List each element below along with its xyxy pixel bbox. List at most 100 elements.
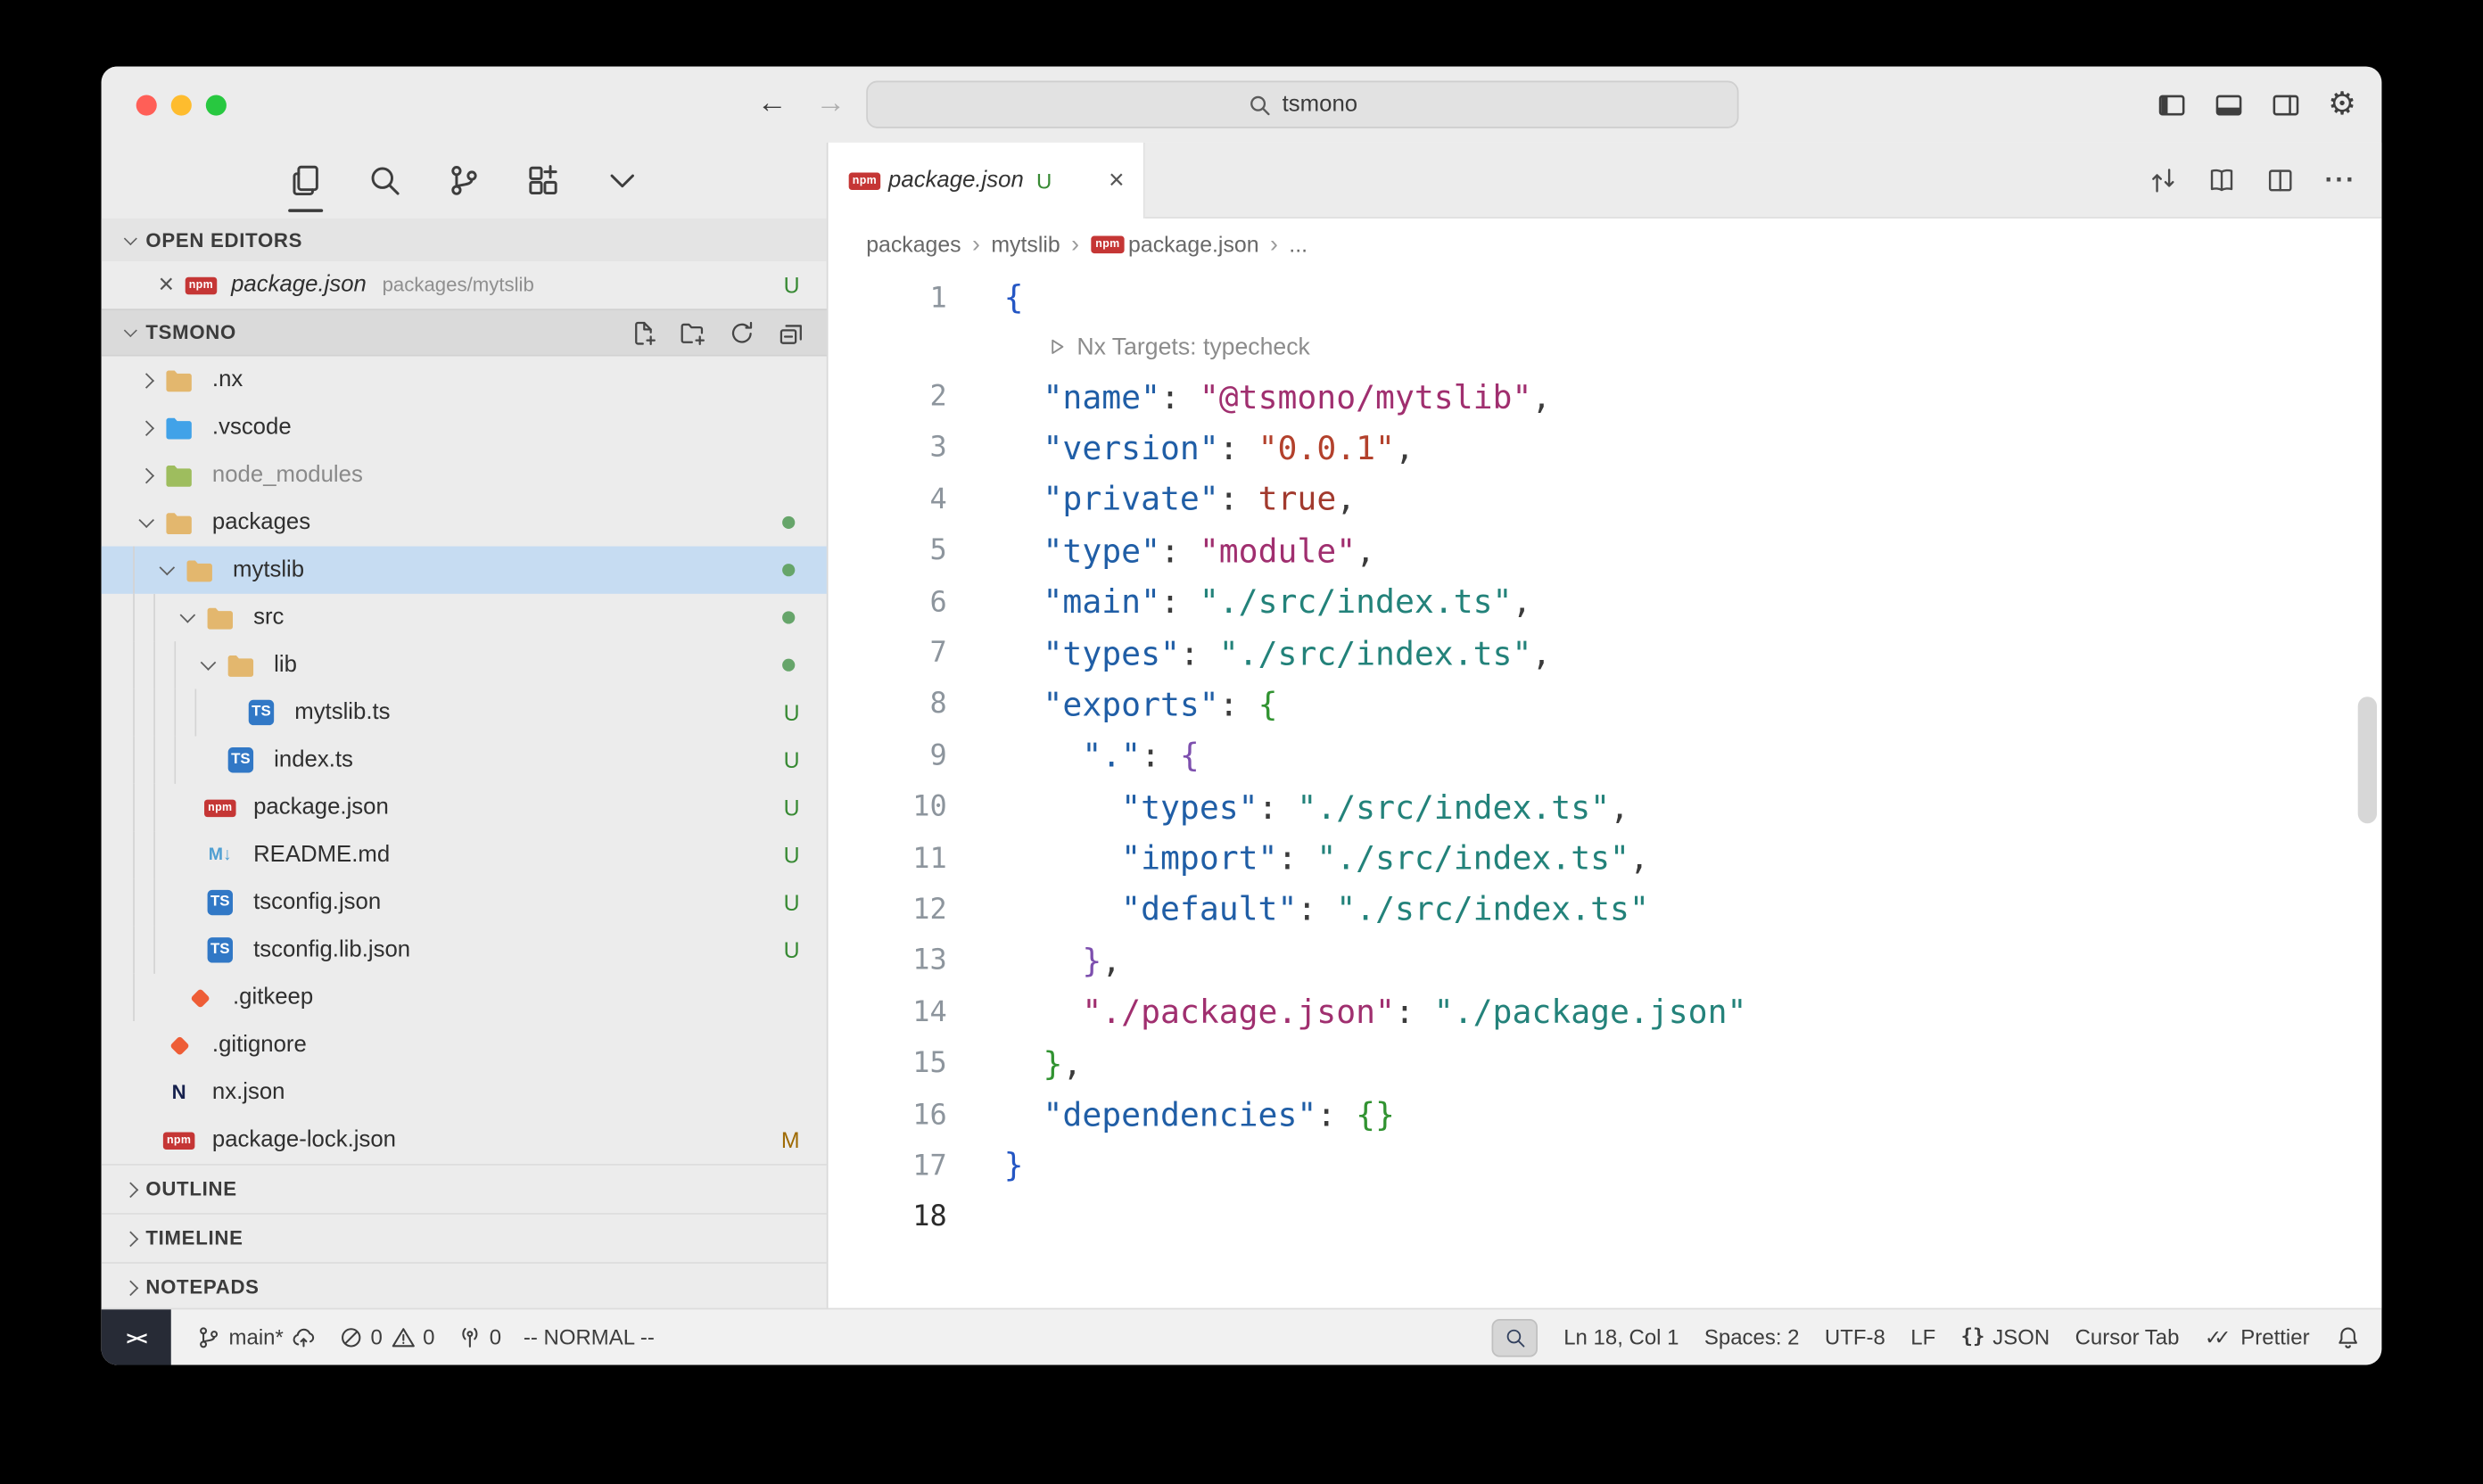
status-vim-mode[interactable]: -- NORMAL --	[524, 1325, 655, 1349]
status-git-branch[interactable]: main*	[196, 1325, 316, 1350]
folder-icon	[165, 368, 194, 392]
refresh-explorer-button[interactable]	[729, 319, 755, 346]
tree-item-package-lock.json[interactable]: npmpackage-lock.jsonM	[102, 1117, 827, 1164]
tree-item-label: node_modules	[212, 462, 363, 487]
back-icon[interactable]: ←	[757, 87, 788, 122]
git-changes-dot	[782, 564, 795, 576]
codelens[interactable]: Nx Targets: typecheck	[829, 324, 2382, 371]
line-number: 4	[829, 482, 952, 515]
activity-explorer[interactable]	[288, 163, 323, 198]
status-bar: ><main*000-- NORMAL -- Ln 18, Col 1Space…	[102, 1308, 2382, 1365]
status-remote-indicator[interactable]: ><	[102, 1309, 171, 1364]
section-outline[interactable]: OUTLINE	[102, 1164, 827, 1213]
close-editor-icon[interactable]: ×	[159, 269, 175, 301]
open-preview-button[interactable]	[2207, 166, 2236, 194]
zoom-window-button[interactable]	[206, 95, 227, 115]
breadcrumb-item[interactable]: npmpackage.json	[1090, 231, 1258, 256]
more-actions-button[interactable]: ···	[2324, 166, 2355, 193]
breadcrumb-label: mytslib	[991, 231, 1060, 256]
section-notepads[interactable]: NOTEPADS	[102, 1262, 827, 1311]
code-line-7: 7 "types": "./src/index.ts",	[829, 628, 2382, 680]
status-broadcast[interactable]: 0	[457, 1325, 501, 1350]
tree-item-packages[interactable]: packages	[102, 499, 827, 546]
close-icon[interactable]: ×	[1109, 165, 1125, 197]
tree-item-tsconfig.lib.json[interactable]: TStsconfig.lib.jsonU	[102, 927, 827, 974]
tree-item-node_modules[interactable]: node_modules	[102, 451, 827, 499]
minimize-window-button[interactable]	[171, 95, 192, 115]
code-lines: 1{Nx Targets: typecheck2 "name": "@tsmon…	[829, 272, 2382, 1242]
code-line-2: 2 "name": "@tsmono/mytslib",	[829, 371, 2382, 423]
forward-icon[interactable]: →	[815, 87, 846, 122]
status-cursor-position[interactable]: Ln 18, Col 1	[1563, 1325, 1679, 1349]
open-editor-item[interactable]: ×npmpackage.jsonpackages/mytslibU	[102, 261, 827, 309]
tree-item-mytslib[interactable]: mytslib	[102, 547, 827, 594]
typescript-icon: TS	[208, 890, 233, 915]
explorer-section-header[interactable]: TSMONO	[102, 309, 827, 356]
breadcrumb-item[interactable]: ...	[1289, 231, 1307, 256]
activity-more-views[interactable]	[605, 163, 639, 198]
scrollbar-thumb[interactable]	[2358, 697, 2377, 823]
status-cursor-tab[interactable]: Cursor Tab	[2075, 1325, 2180, 1349]
breadcrumb-item[interactable]: packages	[866, 231, 961, 256]
breadcrumb-separator: ›	[972, 230, 980, 257]
status-problems[interactable]: 00	[338, 1325, 434, 1350]
line-number: 16	[829, 1098, 952, 1131]
breadcrumb-item[interactable]: mytslib	[991, 231, 1060, 256]
status-zoom[interactable]	[1492, 1318, 1538, 1356]
titlebar-actions: ⚙	[2157, 88, 2356, 120]
new-folder-button[interactable]	[680, 319, 706, 346]
code-line-15: 15 },	[829, 1038, 2382, 1090]
indent-guide	[133, 784, 153, 831]
tree-item-nx.json[interactable]: Nnx.json	[102, 1068, 827, 1116]
split-editor-button[interactable]	[2266, 166, 2295, 194]
git-status-badge: U	[784, 272, 827, 297]
open-editors-header[interactable]: OPEN EDITORS	[102, 218, 827, 261]
close-window-button[interactable]	[136, 95, 157, 115]
tree-item-package.json[interactable]: npmpackage.jsonU	[102, 784, 827, 831]
tree-item-.gitignore[interactable]: .gitignore	[102, 1021, 827, 1068]
tree-item-lib[interactable]: lib	[102, 641, 827, 688]
git-icon	[172, 1038, 186, 1052]
toggle-secondary-sidebar-button[interactable]	[2271, 89, 2301, 120]
status-encoding[interactable]: UTF-8	[1825, 1325, 1885, 1349]
status-language-mode[interactable]: {}JSON	[1961, 1325, 2050, 1349]
tree-item-.gitkeep[interactable]: .gitkeep	[102, 974, 827, 1021]
status-label: 0	[423, 1325, 434, 1349]
tree-item-label: tsconfig.lib.json	[253, 937, 410, 962]
tree-item-.nx[interactable]: .nx	[102, 356, 827, 403]
status-formatter[interactable]: ✓✓Prettier	[2205, 1325, 2310, 1349]
status-notifications[interactable]	[2335, 1325, 2360, 1350]
section-label: OUTLINE	[145, 1178, 236, 1200]
git-status-badge: U	[784, 937, 827, 962]
tree-item-mytslib.ts[interactable]: TSmytslib.tsU	[102, 688, 827, 736]
tree-item-tsconfig.json[interactable]: TStsconfig.jsonU	[102, 878, 827, 926]
open-changes-button[interactable]	[2149, 166, 2177, 194]
tree-item-.vscode[interactable]: .vscode	[102, 404, 827, 451]
line-number: 3	[829, 432, 952, 465]
tab-package-json[interactable]: npmpackage.jsonU×	[829, 143, 1145, 218]
status-indentation[interactable]: Spaces: 2	[1704, 1325, 1800, 1349]
line-number: 10	[829, 790, 952, 823]
tree-item-README.md[interactable]: M↓README.mdU	[102, 831, 827, 878]
status-eol[interactable]: LF	[1910, 1325, 1935, 1349]
section-timeline[interactable]: TIMELINE	[102, 1213, 827, 1262]
new-file-button[interactable]	[631, 319, 657, 346]
activity-extensions[interactable]	[525, 163, 560, 198]
git-changes-dot	[782, 516, 795, 529]
line-number: 11	[829, 842, 952, 875]
command-center-search[interactable]: tsmono	[866, 81, 1738, 128]
toggle-primary-sidebar-button[interactable]	[2157, 89, 2187, 120]
code-editor[interactable]: 1{Nx Targets: typecheck2 "name": "@tsmon…	[829, 269, 2382, 1308]
chevron-right-icon	[117, 1282, 142, 1292]
activity-source-control[interactable]	[447, 163, 482, 198]
activity-search[interactable]	[367, 163, 402, 198]
tree-item-index.ts[interactable]: TSindex.tsU	[102, 737, 827, 784]
status-label: Spaces: 2	[1704, 1325, 1800, 1349]
tree-item-label: src	[253, 605, 284, 630]
toggle-panel-button[interactable]	[2214, 89, 2244, 120]
breadcrumb-label: ...	[1289, 231, 1307, 256]
double-check-icon: ✓✓	[2205, 1327, 2233, 1348]
collapse-folders-button[interactable]	[778, 319, 804, 346]
settings-button[interactable]: ⚙	[2328, 88, 2356, 120]
tree-item-src[interactable]: src	[102, 594, 827, 641]
